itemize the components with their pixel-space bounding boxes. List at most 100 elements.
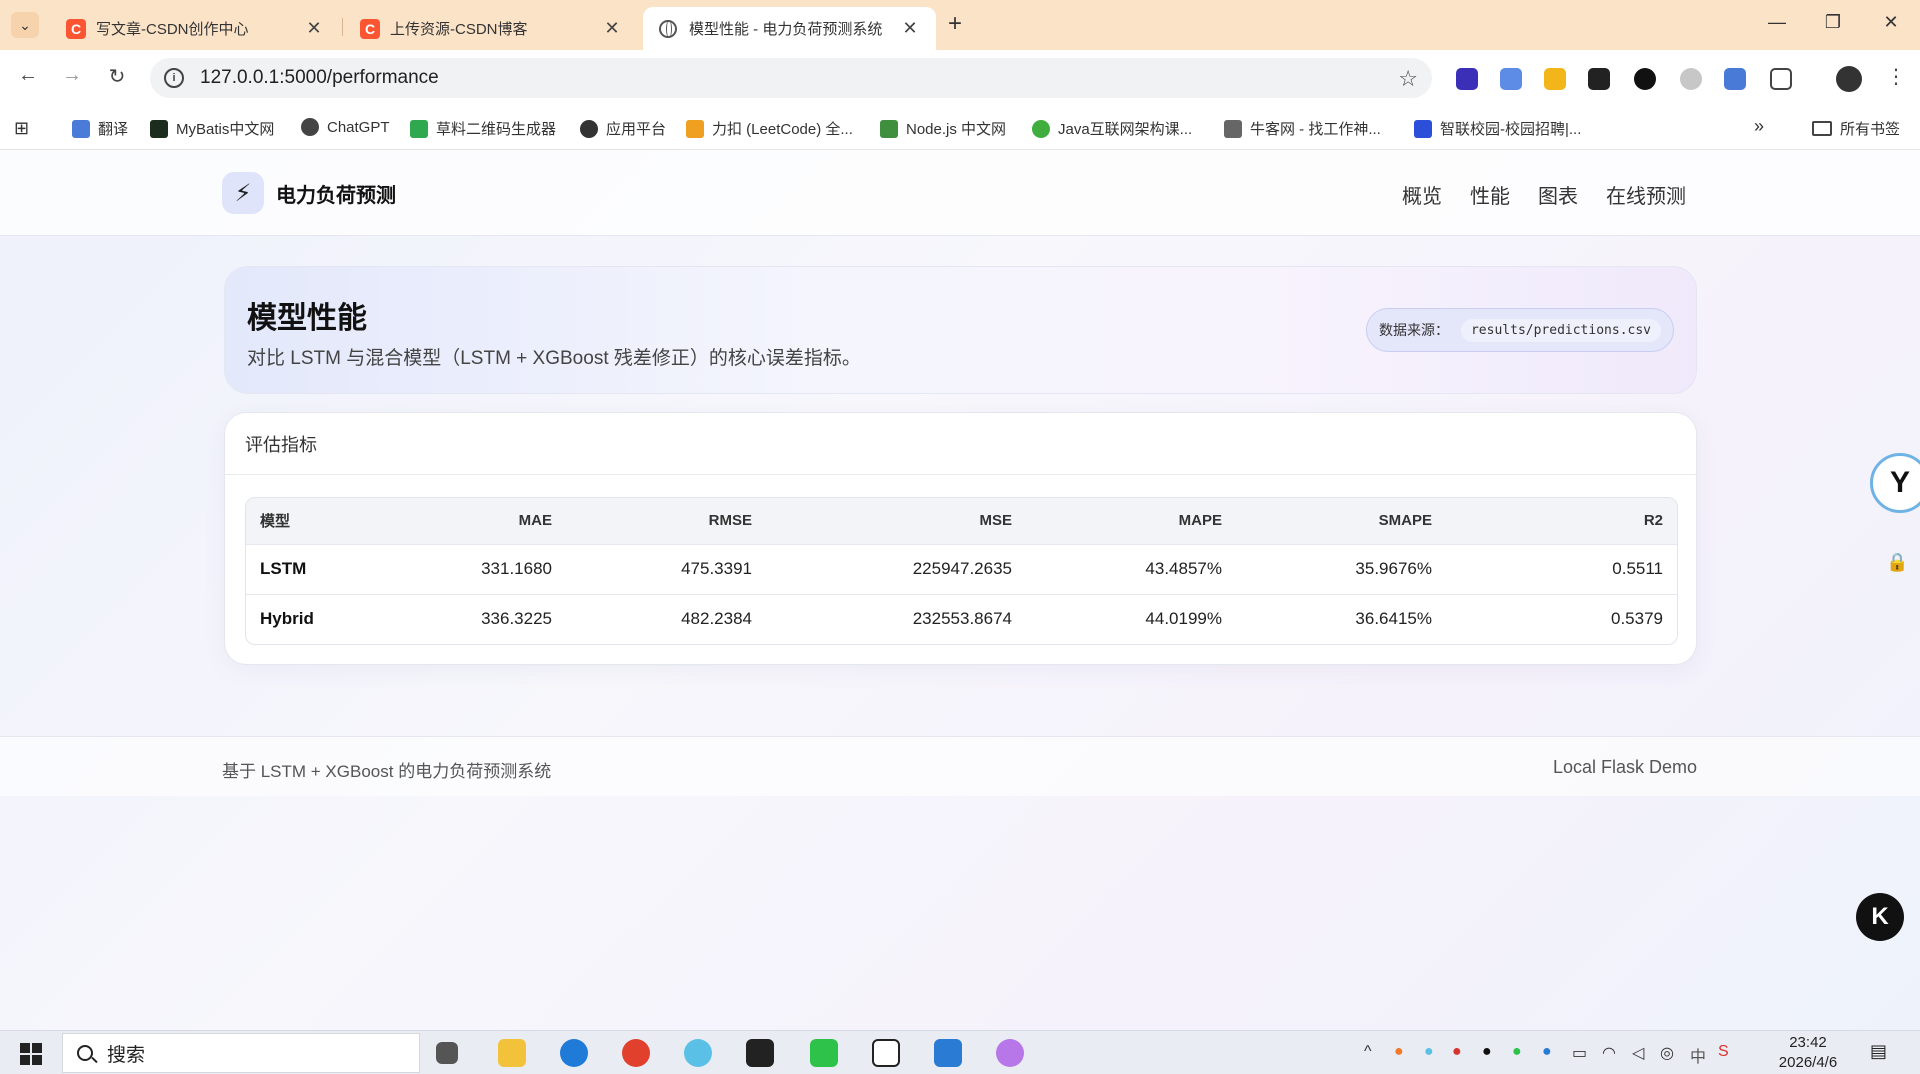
bookmark-item[interactable]: ChatGPT xyxy=(301,118,390,136)
minimize-button[interactable]: — xyxy=(1762,12,1792,33)
nav-online-predict[interactable]: 在线预测 xyxy=(1606,180,1686,209)
battery-icon[interactable]: ▭ xyxy=(1572,1043,1587,1063)
notification-icon[interactable]: ▤ xyxy=(1870,1041,1887,1062)
bookmark-star-icon[interactable]: ☆ xyxy=(1398,66,1418,92)
back-button[interactable]: ← xyxy=(14,64,42,87)
wechat-icon[interactable] xyxy=(810,1039,838,1067)
network-icon[interactable]: ◎ xyxy=(1660,1043,1674,1063)
volume-icon[interactable]: ◁ xyxy=(1632,1043,1644,1063)
nav-charts[interactable]: 图表 xyxy=(1538,180,1578,209)
address-bar[interactable]: i 127.0.0.1:5000/performance ☆ xyxy=(150,58,1432,98)
floating-assistant-icon[interactable]: Y xyxy=(1870,453,1920,513)
window-close-button[interactable]: ✕ xyxy=(1876,12,1906,33)
table-cell: 44.0199% xyxy=(1026,593,1236,644)
task-view-icon[interactable] xyxy=(436,1042,458,1064)
bookmark-item[interactable]: 应用平台 xyxy=(580,118,666,139)
k-floating-icon[interactable]: K xyxy=(1856,893,1904,941)
column-header: 模型 xyxy=(246,498,386,544)
tray-app-icon[interactable]: ● xyxy=(1452,1043,1462,1061)
ime-icon[interactable]: 中 xyxy=(1690,1043,1706,1067)
taskbar-search[interactable]: 搜索 xyxy=(62,1033,420,1073)
bookmark-label: 所有书签 xyxy=(1840,121,1901,138)
close-icon[interactable]: ✕ xyxy=(304,18,324,39)
column-header: RMSE xyxy=(566,498,766,544)
tab-search-dropdown[interactable]: ⌄ xyxy=(11,12,39,38)
bookmark-label: 智联校园-校园招聘|... xyxy=(1440,121,1582,138)
table-cell: 43.4857% xyxy=(1026,543,1236,594)
bookmark-item[interactable]: Java互联网架构课... xyxy=(1032,118,1192,139)
bookmark-item[interactable]: MyBatis中文网 xyxy=(150,118,274,139)
bookmark-label: 牛客网 - 找工作神... xyxy=(1250,121,1381,138)
profile-avatar[interactable] xyxy=(1836,66,1862,92)
column-header: MAPE xyxy=(1026,498,1236,544)
menu-kebab-icon[interactable]: ⋮ xyxy=(1886,64,1906,89)
bookmark-item[interactable]: 牛客网 - 找工作神... xyxy=(1224,118,1381,139)
chevron-double-right-icon[interactable]: » xyxy=(1754,116,1764,137)
clock-date: 2026/4/6 xyxy=(1778,1054,1838,1071)
apps-grid-icon[interactable]: ⊞ xyxy=(14,119,34,138)
bookmark-label: Java互联网架构课... xyxy=(1058,121,1193,138)
qrcode-icon xyxy=(410,119,428,138)
wifi-icon[interactable]: ◠ xyxy=(1602,1043,1616,1063)
brand[interactable]: ⚡ 电力负荷预测 xyxy=(222,172,396,214)
tab-csdn-upload[interactable]: C 上传资源-CSDN博客 ✕ xyxy=(344,7,638,50)
tab-csdn-write[interactable]: C 写文章-CSDN创作中心 ✕ xyxy=(50,7,340,50)
puzzle-extensions-icon[interactable] xyxy=(1770,68,1792,90)
card-title: 评估指标 xyxy=(225,413,1696,475)
chevron-up-icon[interactable]: ^ xyxy=(1364,1043,1372,1061)
tab-performance[interactable]: 模型性能 - 电力负荷预测系统 ✕ xyxy=(643,7,936,50)
nav-overview[interactable]: 概览 xyxy=(1402,180,1442,209)
lock-icon[interactable]: 🔒 xyxy=(1886,552,1908,574)
tray-app-icon[interactable]: ● xyxy=(1542,1043,1552,1061)
tray-app-icon[interactable]: S xyxy=(1718,1043,1729,1061)
tray-app-icon[interactable]: ● xyxy=(1394,1043,1404,1061)
chrome-icon[interactable] xyxy=(622,1039,650,1067)
chat-extension-icon[interactable] xyxy=(1680,68,1702,90)
file-explorer-icon[interactable] xyxy=(498,1039,526,1067)
extension-icon[interactable] xyxy=(1588,68,1610,90)
windows-start-icon[interactable] xyxy=(20,1043,42,1065)
bookmark-item[interactable]: 智联校园-校园招聘|... xyxy=(1414,118,1581,139)
footer-description: 基于 LSTM + XGBoost 的电力负荷预测系统 xyxy=(222,762,552,781)
new-tab-button[interactable]: + xyxy=(948,10,962,38)
download-extension-icon[interactable] xyxy=(1544,68,1566,90)
csdn-icon: C xyxy=(66,18,86,39)
bookmark-item[interactable]: 草料二维码生成器 xyxy=(410,118,556,139)
all-bookmarks-folder[interactable]: 所有书签 xyxy=(1812,118,1900,139)
wechat-tray-icon[interactable]: ● xyxy=(1512,1043,1522,1061)
tray-app-icon[interactable]: ● xyxy=(1424,1043,1434,1061)
extension-icon[interactable] xyxy=(1724,68,1746,90)
lightning-icon: ⚡ xyxy=(222,172,264,214)
browser-toolbar: ← → ↻ i 127.0.0.1:5000/performance ☆ ⋮ xyxy=(0,50,1920,106)
forward-button[interactable]: → xyxy=(58,64,86,87)
app-icon[interactable] xyxy=(746,1039,774,1067)
page-subtitle: 对比 LSTM 与混合模型（LSTM + XGBoost 残差修正）的核心误差指… xyxy=(247,348,861,369)
bookmark-item[interactable]: 力扣 (LeetCode) 全... xyxy=(686,118,853,139)
close-icon[interactable]: ✕ xyxy=(602,18,622,39)
k-extension-icon[interactable] xyxy=(1634,68,1656,90)
reload-button[interactable]: ↻ xyxy=(103,64,131,89)
app-icon[interactable] xyxy=(684,1039,712,1067)
site-info-icon[interactable]: i xyxy=(164,68,184,88)
clock-time: 23:42 xyxy=(1789,1034,1827,1051)
nav-performance[interactable]: 性能 xyxy=(1470,180,1510,209)
table-row: Hybrid 336.3225 482.2384 232553.8674 44.… xyxy=(246,593,1677,644)
close-icon[interactable]: ✕ xyxy=(900,18,920,39)
app-icon[interactable] xyxy=(996,1039,1024,1067)
bookmark-item[interactable]: 翻译 xyxy=(72,118,128,139)
vscode-icon[interactable] xyxy=(934,1039,962,1067)
bookmark-label: ChatGPT xyxy=(327,118,390,136)
table-cell: 232553.8674 xyxy=(766,593,1026,644)
tab-separator xyxy=(342,18,343,36)
metrics-card: 评估指标 模型 MAE RMSE MSE MAPE SMAPE R2 LSTM … xyxy=(224,412,1697,665)
folder-icon xyxy=(1812,121,1832,136)
restore-button[interactable]: ❐ xyxy=(1818,12,1848,33)
system-clock[interactable]: 23:42 2026/4/6 xyxy=(1768,1033,1848,1073)
extension-icon[interactable] xyxy=(1456,68,1478,90)
qq-icon[interactable]: ● xyxy=(1482,1043,1492,1061)
bookmark-item[interactable]: Node.js 中文网 xyxy=(880,118,1006,139)
url-text[interactable]: 127.0.0.1:5000/performance xyxy=(200,67,439,89)
translate-extension-icon[interactable] xyxy=(1500,68,1522,90)
typora-icon[interactable] xyxy=(872,1039,900,1067)
edge-icon[interactable] xyxy=(560,1039,588,1067)
